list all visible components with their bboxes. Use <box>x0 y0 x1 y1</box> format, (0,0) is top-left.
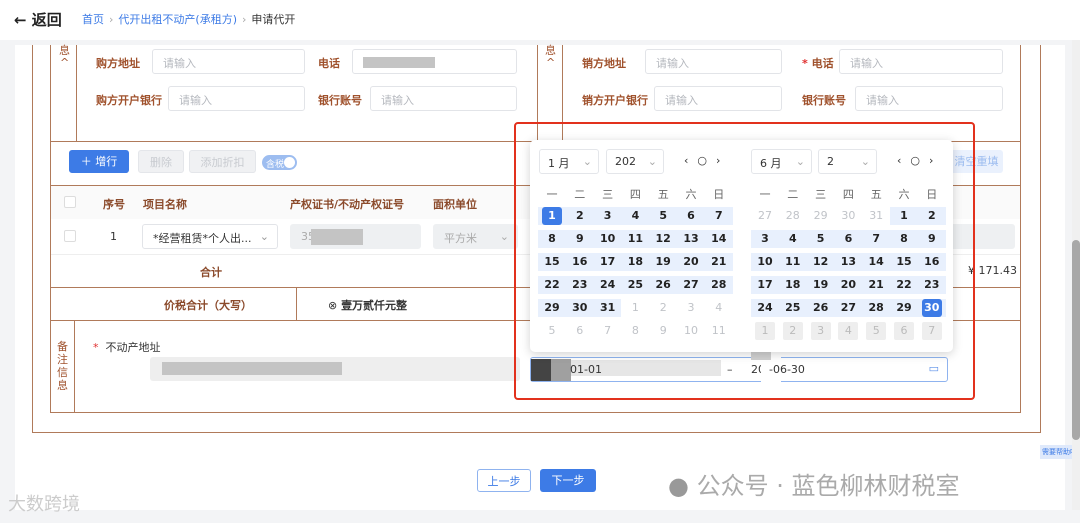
buyer-phone-label: 电话 <box>318 57 340 70</box>
unit-select[interactable]: 平方米 ⌄ <box>433 224 518 249</box>
seller-account-input[interactable]: 请输入 <box>855 86 1003 111</box>
tax-total-value: ⊗ 壹万贰仟元整 <box>328 299 408 312</box>
outer-border-left <box>32 45 33 433</box>
row-checkbox[interactable] <box>64 230 76 242</box>
inner-border-right <box>1020 45 1021 413</box>
seller-address-input[interactable]: 请输入 <box>645 49 782 74</box>
delete-button[interactable]: 删除 <box>138 150 184 173</box>
add-row-button[interactable]: ＋ 增行 <box>69 150 129 173</box>
buyer-account-label: 银行账号 <box>318 94 362 107</box>
outer-border-bottom <box>32 432 1041 433</box>
back-label: 返回 <box>31 11 62 29</box>
seller-bank-label: 销方开户银行 <box>582 94 648 107</box>
divider <box>76 45 77 141</box>
buyer-bank-label: 购方开户银行 <box>96 94 162 107</box>
breadcrumb-rent[interactable]: 代开出租不动产(承租方) <box>118 13 237 26</box>
address-label: * 不动产地址 <box>93 341 161 354</box>
buyer-bank-input[interactable]: 请输入 <box>168 86 305 111</box>
tax-toggle[interactable]: 含税 <box>262 155 297 170</box>
clear-circle-icon[interactable]: ⊗ <box>328 299 337 312</box>
buyer-phone-input[interactable] <box>352 49 517 74</box>
logo-watermark: 大数跨境 <box>8 494 80 515</box>
collapse-icon[interactable]: ^ <box>60 56 69 69</box>
breadcrumb-home[interactable]: 首页 <box>82 13 104 26</box>
total-value: ¥ 171.43 <box>968 264 1017 277</box>
cert-input[interactable]: 35 <box>290 224 421 249</box>
tax-total-label: 价税合计（大写） <box>164 299 252 312</box>
seller-account-label: 银行账号 <box>802 94 846 107</box>
seller-address-label: 销方地址 <box>582 57 626 70</box>
total-label: 合计 <box>200 266 222 279</box>
inner-border-left <box>50 45 51 413</box>
breadcrumb-current: 申请代开 <box>251 13 296 26</box>
highlight-box <box>514 122 975 400</box>
row-index: 1 <box>110 230 117 243</box>
header-item-name: 项目名称 <box>143 198 187 211</box>
seller-bank-input[interactable]: 请输入 <box>654 86 782 111</box>
add-discount-button[interactable]: 添加折扣 <box>189 150 256 173</box>
seller-phone-label: * 电话 <box>802 57 834 70</box>
divider <box>50 412 1020 413</box>
divider <box>296 288 297 320</box>
next-step-button[interactable]: 下一步 <box>540 469 596 492</box>
scrollbar[interactable] <box>1072 40 1080 510</box>
header-cert: 产权证书/不动产权证号 <box>290 198 405 211</box>
seller-phone-input[interactable]: 请输入 <box>839 49 1003 74</box>
buyer-account-input[interactable]: 请输入 <box>370 86 517 111</box>
redacted <box>162 362 342 375</box>
remarks-section-label: 备注信息 <box>57 340 68 392</box>
select-all-checkbox[interactable] <box>64 196 76 208</box>
prev-step-button[interactable]: 上一步 <box>477 469 531 492</box>
item-name-select[interactable]: *经营租赁*个人出... ⌄ <box>142 224 278 249</box>
outer-border-right <box>1040 45 1041 433</box>
redacted <box>363 57 435 68</box>
collapse-icon[interactable]: ^ <box>546 56 555 69</box>
back-button[interactable]: ← 返回 <box>14 9 62 30</box>
divider <box>74 320 75 412</box>
address-input[interactable] <box>150 357 520 381</box>
header-index: 序号 <box>103 198 125 211</box>
header-unit: 面积单位 <box>433 198 477 211</box>
buyer-address-input[interactable]: 请输入 <box>152 49 305 74</box>
breadcrumb: 首页 › 代开出租不动产(承租方) › 申请代开 <box>82 13 296 26</box>
watermark: ● 公众号 · 蓝色柳林财税室 <box>668 472 960 500</box>
buyer-address-label: 购方地址 <box>96 57 140 70</box>
